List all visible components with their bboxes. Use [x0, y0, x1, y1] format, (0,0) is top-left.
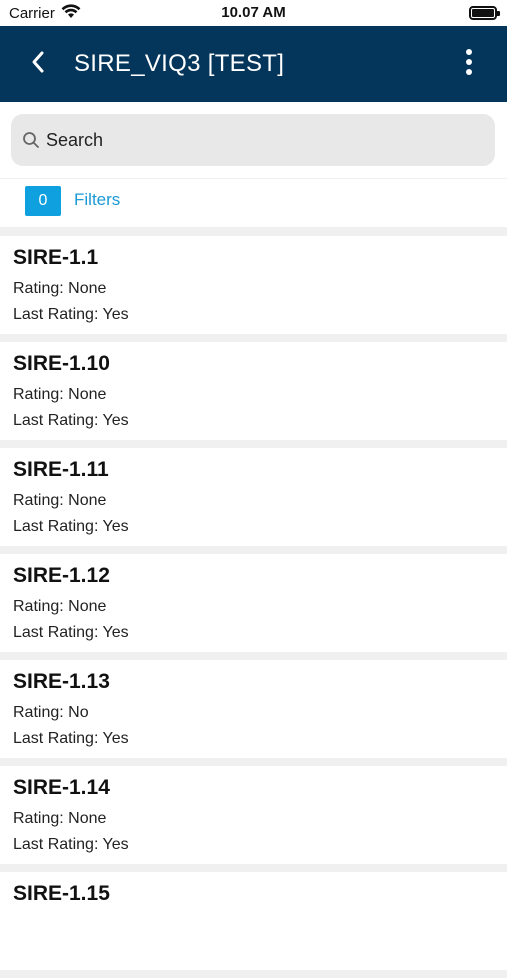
item-title: SIRE-1.10: [13, 352, 110, 375]
page-title: SIRE_VIQ3 [TEST]: [74, 50, 285, 77]
item-title: SIRE-1.11: [13, 458, 109, 481]
question-list: SIRE-1.1 Rating: None Last Rating: Yes S…: [0, 236, 507, 978]
item-title: SIRE-1.14: [13, 776, 110, 799]
list-item[interactable]: SIRE-1.10 Rating: None Last Rating: Yes: [0, 342, 507, 440]
item-rating: Rating: None: [13, 598, 107, 615]
item-rating: Rating: None: [13, 492, 107, 509]
app-bar: SIRE_VIQ3 [TEST]: [0, 26, 507, 102]
item-rating: Rating: None: [13, 386, 107, 403]
item-last-rating: Last Rating: Yes: [13, 518, 129, 535]
item-rating: Rating: None: [13, 810, 107, 827]
item-last-rating: [13, 942, 494, 962]
list-item[interactable]: SIRE-1.13 Rating: No Last Rating: Yes: [0, 660, 507, 758]
status-bar: Carrier 10.07 AM: [0, 0, 507, 26]
item-last-rating: Last Rating: Yes: [13, 730, 129, 747]
item-title: SIRE-1.1: [13, 246, 99, 269]
search-box[interactable]: [11, 114, 495, 166]
list-item[interactable]: SIRE-1.14 Rating: None Last Rating: Yes: [0, 766, 507, 864]
search-input[interactable]: [46, 114, 495, 166]
item-last-rating: Last Rating: Yes: [13, 836, 129, 853]
item-title: SIRE-1.12: [13, 564, 110, 587]
item-rating: Rating: None: [13, 280, 107, 297]
more-options-button[interactable]: [453, 46, 485, 82]
filter-count-badge[interactable]: 0: [25, 186, 61, 216]
chevron-left-icon: [30, 50, 46, 79]
item-rating: Rating: No: [13, 704, 89, 721]
item-last-rating: Last Rating: Yes: [13, 306, 129, 323]
status-time: 10.07 AM: [221, 4, 286, 21]
item-last-rating: Last Rating: Yes: [13, 412, 129, 429]
filters-link[interactable]: Filters: [74, 190, 120, 210]
list-item[interactable]: SIRE-1.11 Rating: None Last Rating: Yes: [0, 448, 507, 546]
battery-icon: [469, 6, 500, 20]
back-button[interactable]: [22, 48, 54, 80]
item-rating: [13, 916, 494, 936]
item-title: SIRE-1.13: [13, 670, 110, 693]
more-vertical-icon: [465, 48, 473, 81]
filter-bar: 0 Filters: [0, 179, 507, 227]
item-last-rating: Last Rating: Yes: [13, 624, 129, 641]
search-area: [0, 102, 507, 178]
list-item[interactable]: SIRE-1.1 Rating: None Last Rating: Yes: [0, 236, 507, 334]
item-title: SIRE-1.15: [13, 882, 110, 905]
list-item[interactable]: SIRE-1.12 Rating: None Last Rating: Yes: [0, 554, 507, 652]
list-item[interactable]: SIRE-1.15: [0, 872, 507, 970]
search-icon: [20, 129, 42, 151]
